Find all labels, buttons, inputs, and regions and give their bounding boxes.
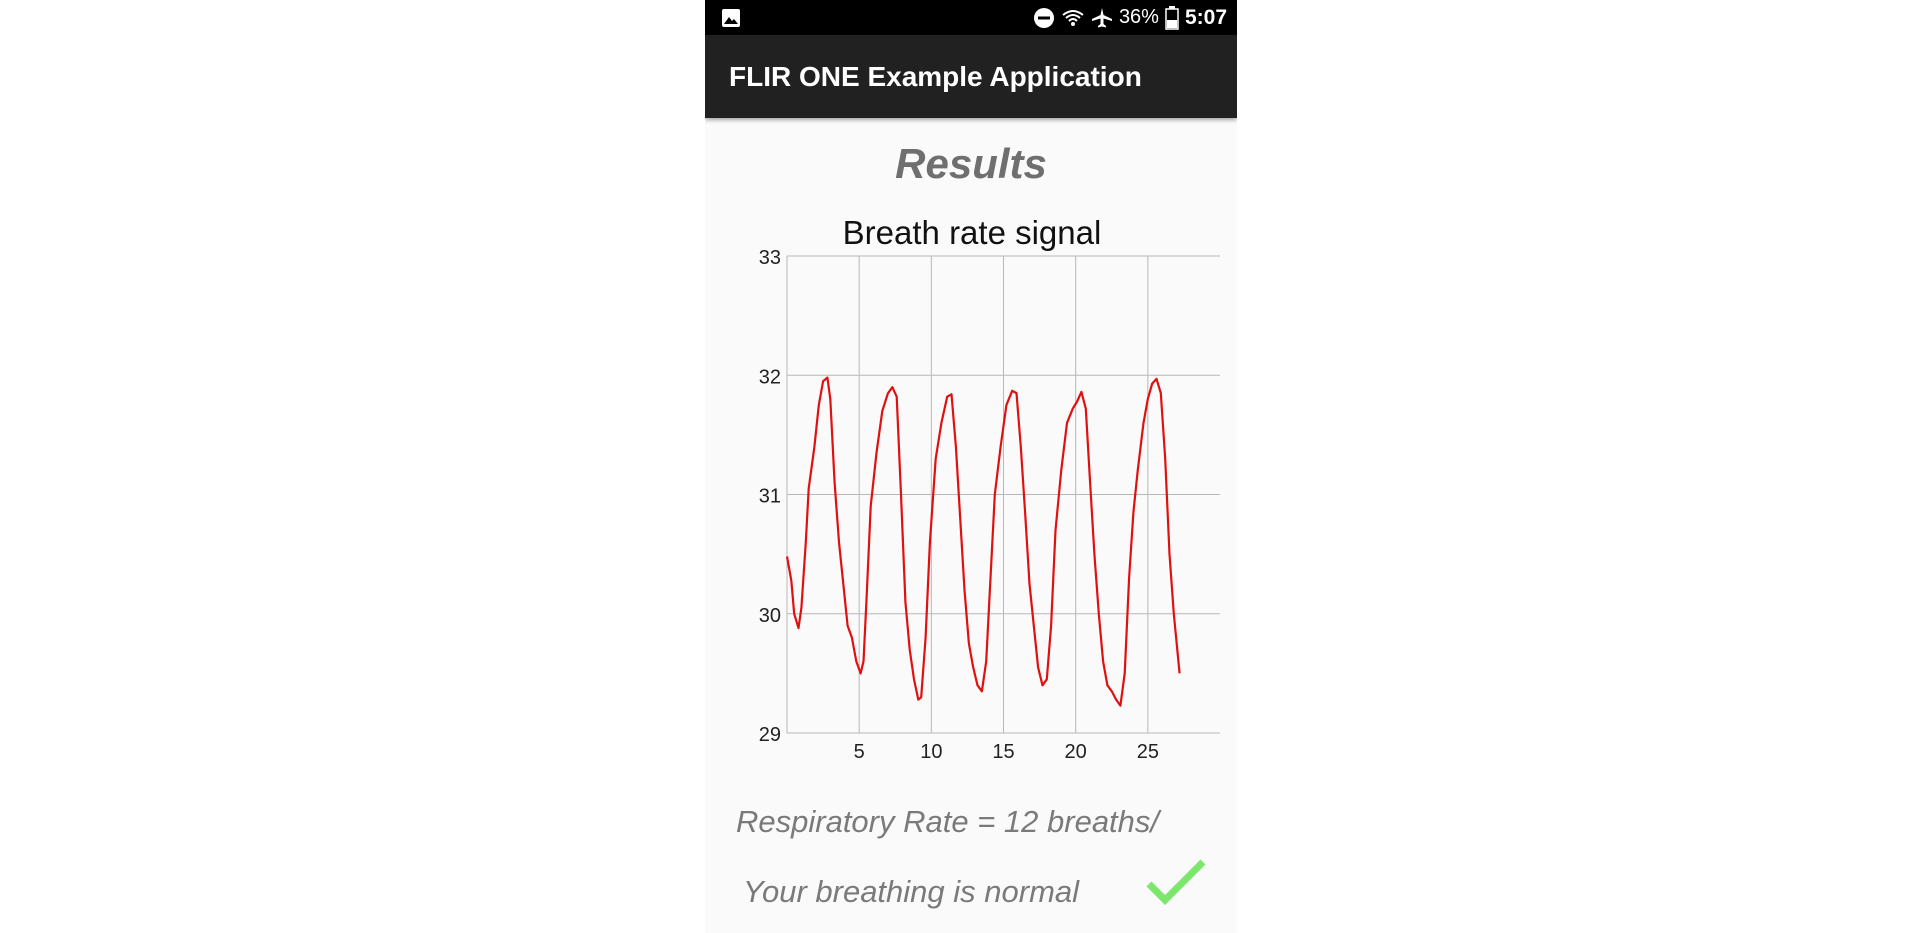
y-tick-label: 30 bbox=[759, 605, 781, 627]
x-tick-label: 10 bbox=[920, 741, 942, 763]
breath-signal-line bbox=[785, 376, 1181, 707]
chart-title: Breath rate signal bbox=[843, 214, 1102, 251]
y-tick-label: 31 bbox=[759, 486, 781, 508]
respiratory-rate-text: Respiratory Rate = 12 breaths/ bbox=[736, 804, 1160, 839]
check-icon bbox=[1146, 859, 1206, 905]
y-tick-label: 33 bbox=[759, 247, 781, 269]
breathing-status-text: Your breathing is normal bbox=[743, 874, 1080, 909]
x-tick-label: 5 bbox=[854, 741, 865, 763]
x-tick-label: 15 bbox=[992, 741, 1014, 763]
x-tick-label: 20 bbox=[1065, 741, 1087, 763]
y-tick-label: 32 bbox=[759, 366, 781, 388]
y-tick-label: 29 bbox=[759, 724, 781, 746]
breath-rate-chart: Breath rate signal 29 30 31 32 33 5 10 15 20 25 bbox=[759, 214, 1220, 763]
phone-screen: 36% 5:07 FLIR ONE Example Application Re… bbox=[705, 0, 1237, 933]
x-tick-label: 25 bbox=[1137, 741, 1159, 763]
